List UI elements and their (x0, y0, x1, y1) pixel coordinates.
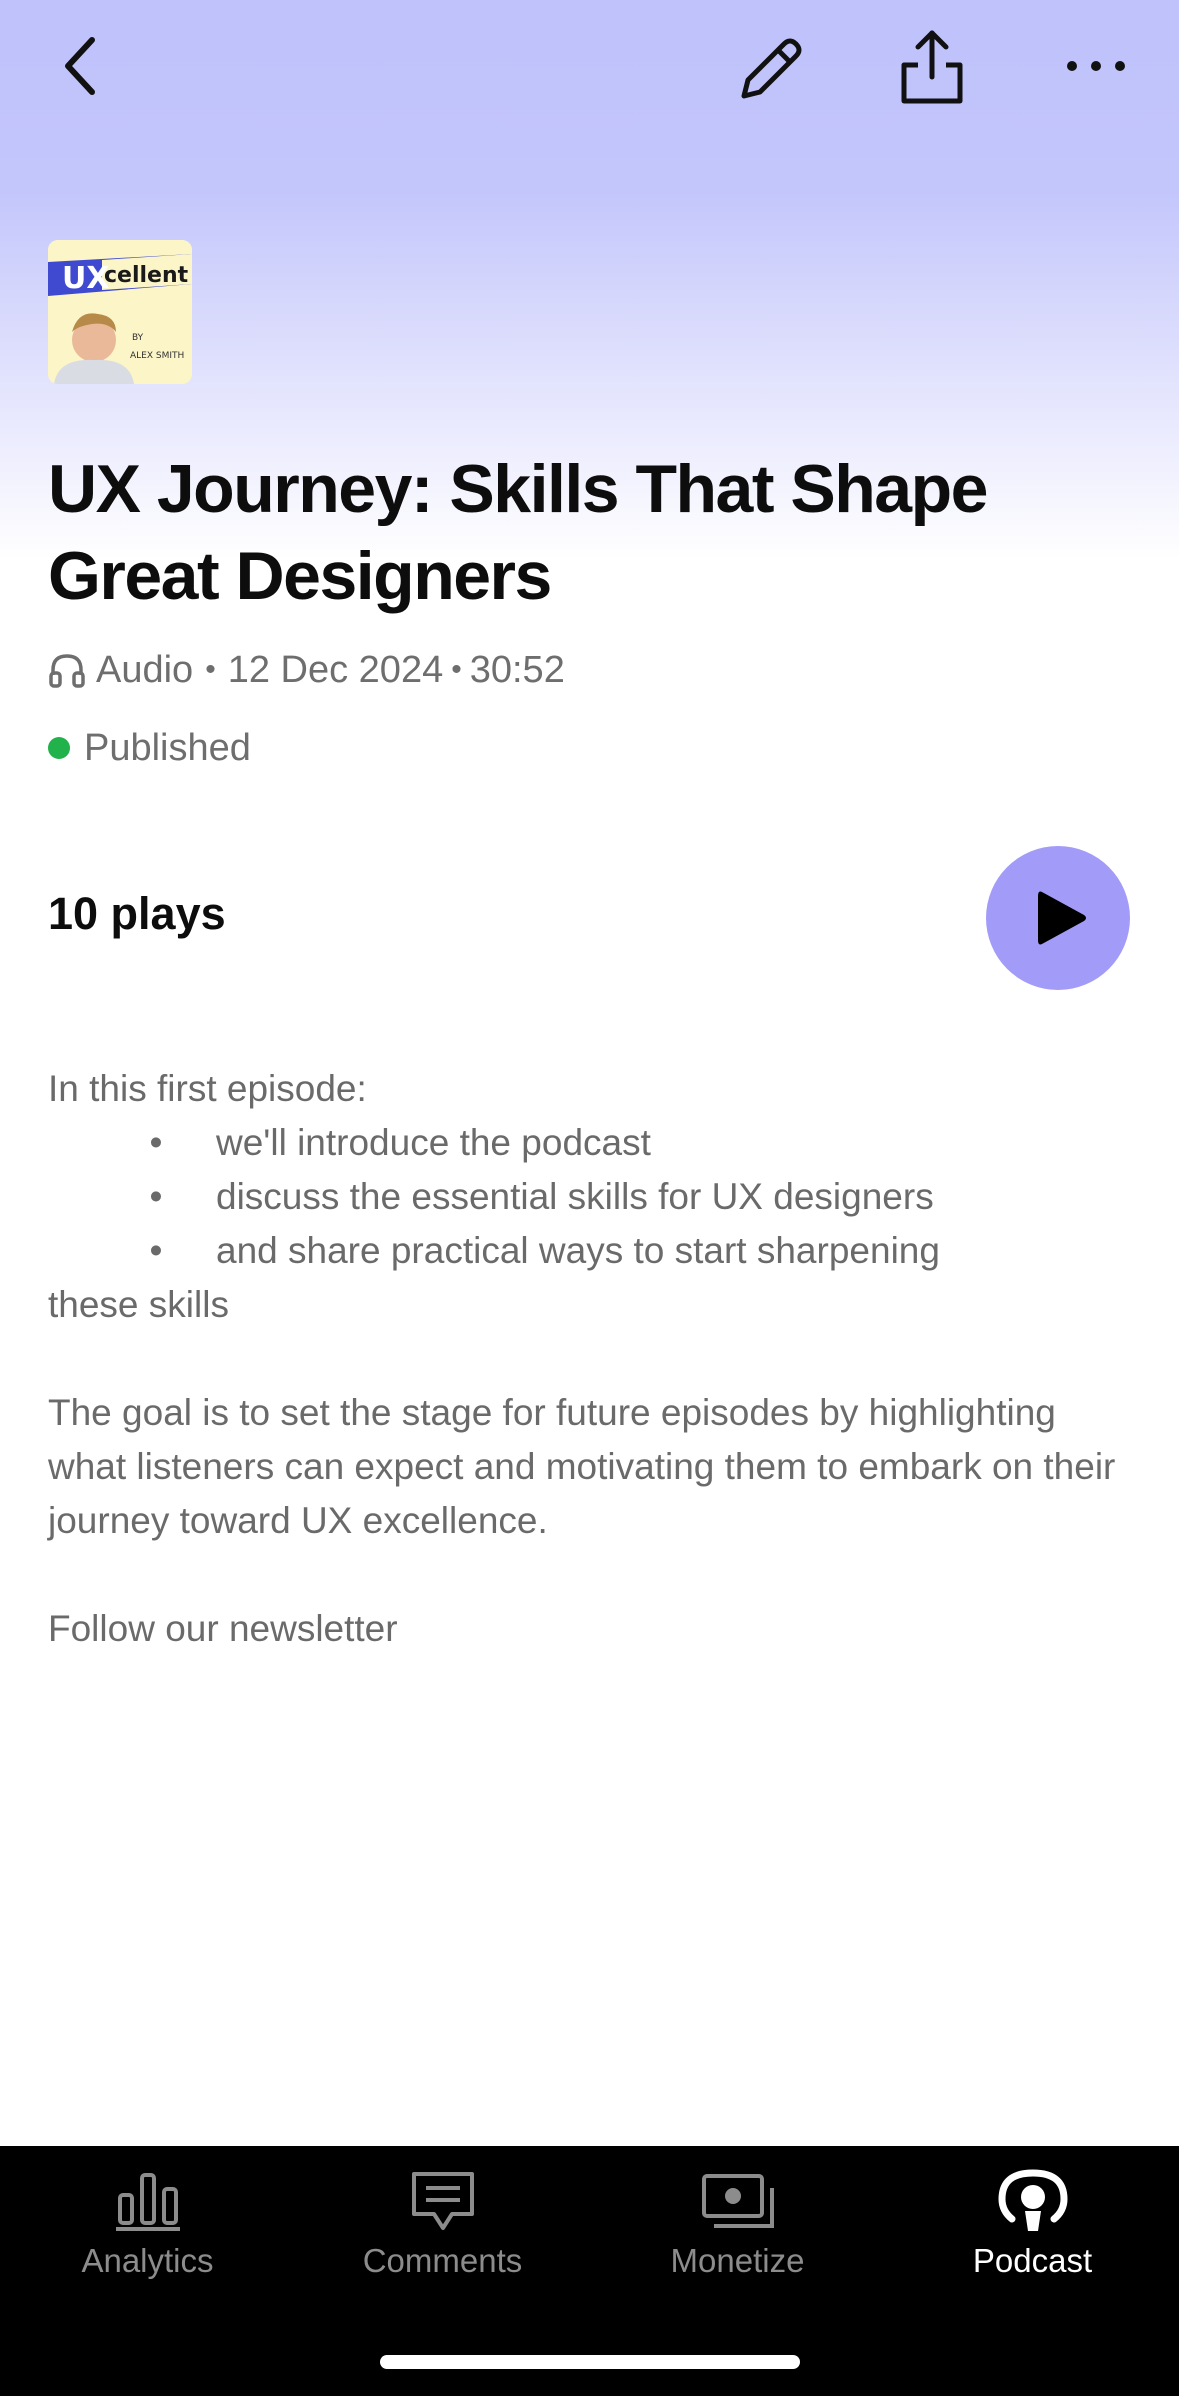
cover-brand-suffix: cellent (104, 263, 189, 288)
tab-podcast[interactable]: Podcast (885, 2166, 1179, 2286)
tab-comments[interactable]: Comments (295, 2166, 590, 2286)
money-icon (701, 2174, 774, 2228)
tab-label: Podcast (972, 2242, 1093, 2279)
tab-label: Analytics (81, 2242, 214, 2279)
episode-date: 12 Dec 2024 (227, 648, 444, 691)
bullet-text: we'll introduce the podcast (216, 1122, 651, 1163)
bar-chart-icon (115, 2173, 180, 2231)
play-count: 10 plays (48, 888, 226, 939)
bullet-tail: these skills (48, 1284, 229, 1325)
list-item: • we'll introduce the podcast (149, 1122, 651, 1163)
tab-analytics[interactable]: Analytics (0, 2166, 295, 2286)
episode-duration: 30:52 (469, 648, 565, 691)
status-dot (48, 737, 70, 759)
episode-meta: Audio • 12 Dec 2024 • 30:52 (48, 646, 565, 694)
headphones-icon (49, 654, 85, 688)
cover-art: UX cellent BY ALEX SMITH (48, 240, 192, 384)
play-button[interactable] (986, 846, 1130, 990)
podcast-icon (997, 2169, 1068, 2231)
play-icon (1038, 891, 1086, 945)
tab-monetize[interactable]: Monetize (590, 2166, 885, 2286)
status-badge: Published (48, 726, 251, 770)
cover-by: BY (132, 333, 144, 343)
bullet-text: and share practical ways to start sharpe… (216, 1230, 940, 1271)
chevron-left-icon (65, 37, 95, 95)
episode-type: Audio (96, 648, 194, 691)
more-horizontal-icon (1067, 61, 1125, 71)
more-button[interactable] (1056, 36, 1136, 96)
tab-label: Comments (362, 2242, 523, 2279)
meta-separator: • (205, 653, 216, 686)
share-button[interactable] (890, 22, 974, 112)
comment-icon (411, 2172, 474, 2230)
podcast-cover: UX cellent BY ALEX SMITH (48, 240, 192, 384)
meta-separator: • (451, 653, 462, 686)
pencil-icon (741, 38, 802, 99)
bullet-text: discuss the essential skills for UX desi… (216, 1176, 934, 1217)
status-label: Published (84, 726, 251, 769)
episode-title: UX Journey: Skills That Shape Great Desi… (48, 451, 988, 614)
newsletter-link[interactable]: Follow our newsletter (48, 1602, 1138, 1656)
episode-description: In this first episode: • we'll introduce … (48, 1062, 1138, 1656)
description-paragraph: The goal is to set the stage for future … (48, 1392, 1116, 1541)
list-item: • discuss the essential skills for UX des… (149, 1176, 934, 1217)
share-icon (901, 30, 963, 104)
cover-brand-prefix: UX (62, 261, 110, 296)
edit-button[interactable] (726, 26, 810, 110)
description-intro: In this first episode: (48, 1068, 367, 1109)
list-item: • and share practical ways to start sharp… (149, 1230, 940, 1271)
cover-author: ALEX SMITH (130, 351, 184, 361)
tab-label: Monetize (670, 2242, 805, 2279)
home-indicator (380, 2355, 800, 2369)
description-bullet-list: • we'll introduce the podcast • discuss th… (48, 1116, 1138, 1278)
back-button[interactable] (50, 26, 110, 106)
